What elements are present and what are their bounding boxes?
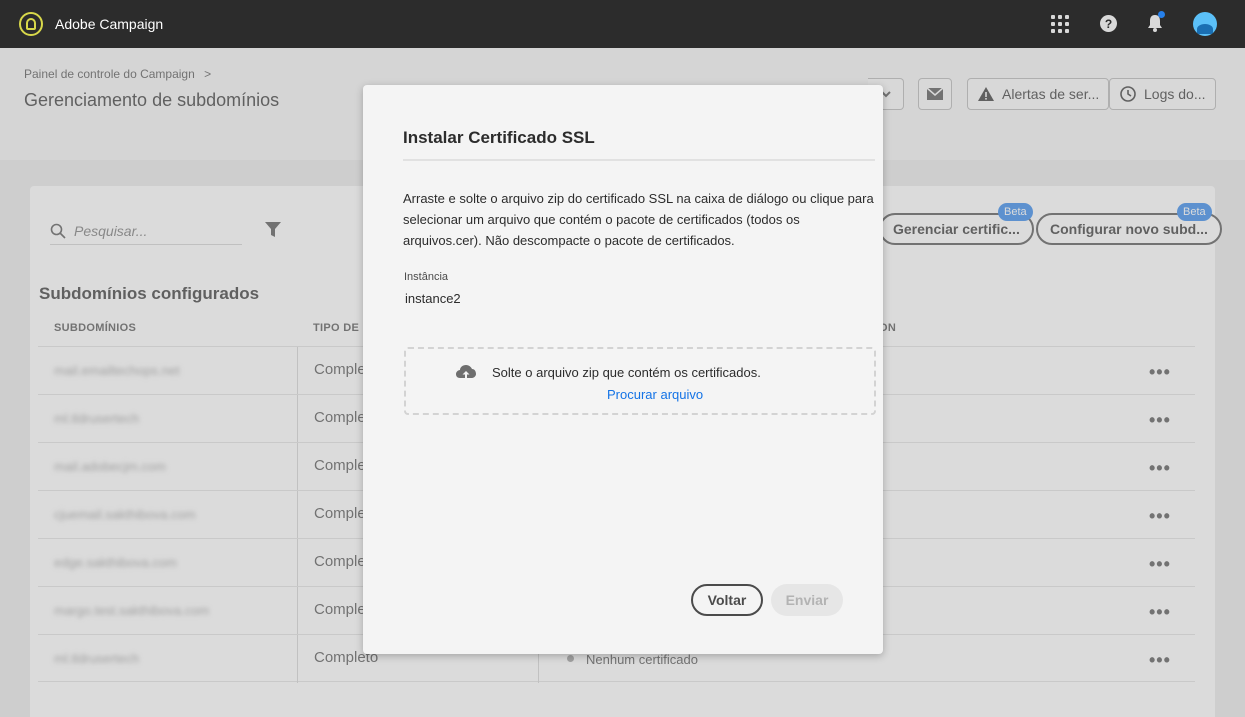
shell-bar: Adobe Campaign ? xyxy=(0,0,1245,48)
dialog-description: Arraste e solte o arquivo zip do certifi… xyxy=(403,191,874,248)
help-icon[interactable]: ? xyxy=(1100,15,1117,32)
send-button[interactable]: Enviar xyxy=(771,584,843,616)
dialog-title: Instalar Certificado SSL xyxy=(403,128,595,147)
app-name[interactable]: Adobe Campaign xyxy=(55,16,163,32)
apps-grid-icon[interactable] xyxy=(1051,15,1069,33)
instance-value: instance2 xyxy=(405,291,461,306)
install-ssl-dialog: Instalar Certificado SSL Arraste e solte… xyxy=(363,85,883,654)
adobe-campaign-logo-icon[interactable] xyxy=(19,12,43,36)
user-avatar[interactable] xyxy=(1193,12,1217,36)
drop-zone-text: Solte o arquivo zip que contém os certif… xyxy=(492,365,761,380)
instance-label: Instância xyxy=(404,271,449,283)
notification-badge xyxy=(1158,11,1165,18)
back-button[interactable]: Voltar xyxy=(691,584,763,616)
file-drop-zone[interactable]: Solte o arquivo zip que contém os certif… xyxy=(404,347,876,415)
dialog-divider xyxy=(403,159,875,161)
cloud-upload-icon xyxy=(456,365,476,381)
browse-file-link[interactable]: Procurar arquivo xyxy=(607,387,703,402)
